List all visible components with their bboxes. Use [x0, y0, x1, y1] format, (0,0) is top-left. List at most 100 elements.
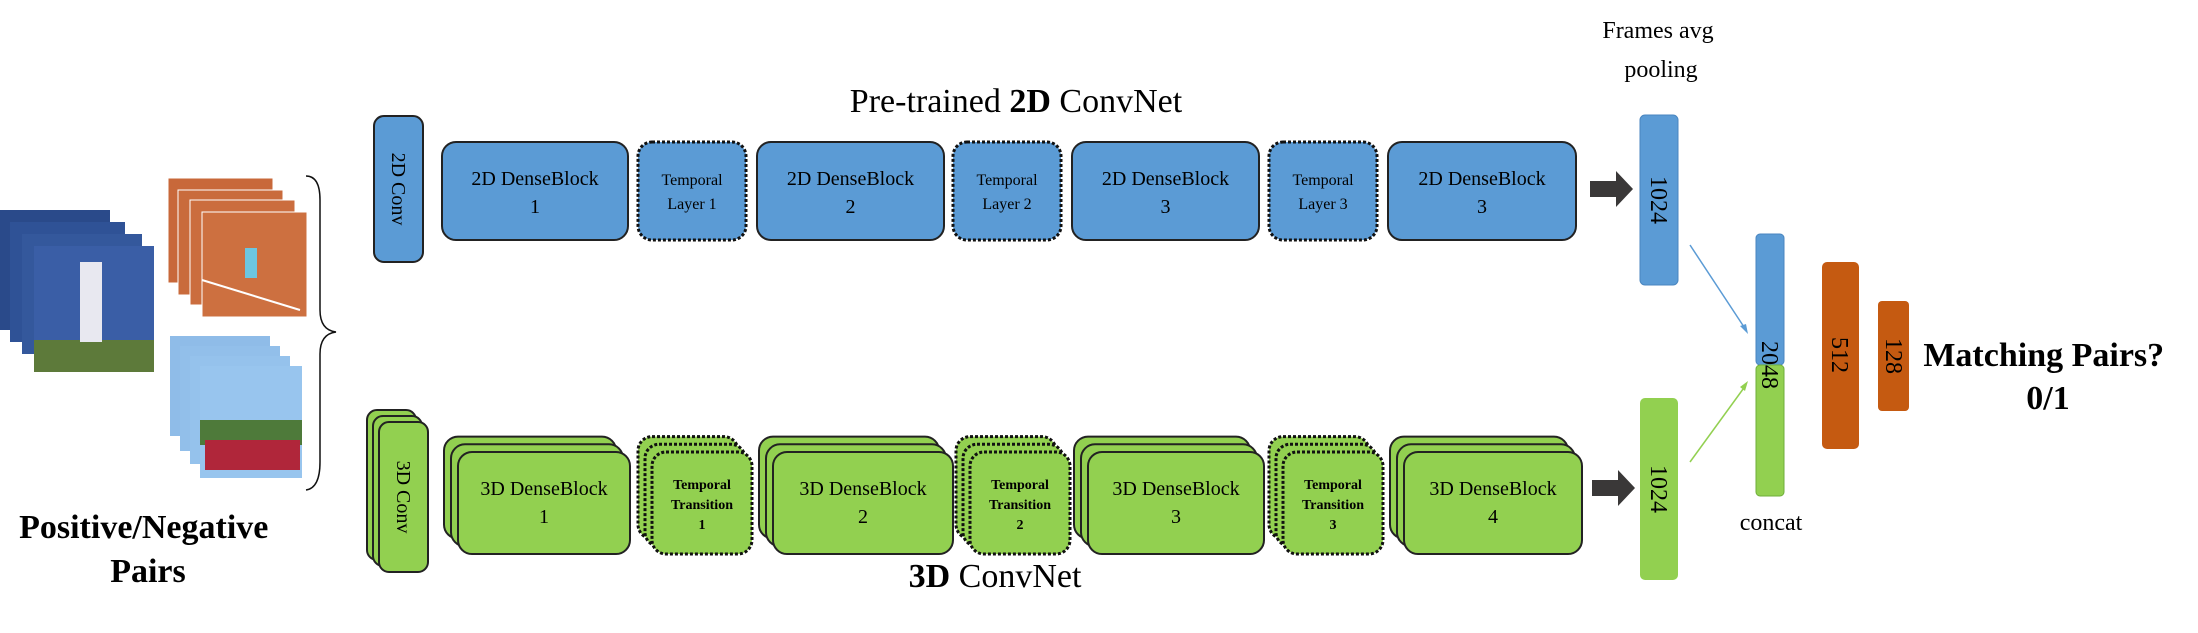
fc-layer-128: 128 [1878, 301, 1909, 411]
input-label: Positive/Negative Pairs [19, 509, 277, 590]
concat-vector: 2048 [1755, 233, 1785, 497]
block-shape [441, 141, 629, 241]
output-value: 0/1 [2026, 380, 2069, 417]
block-label-line: Temporal [976, 172, 1038, 189]
input-label-line1: Positive/Negative [19, 509, 268, 546]
block-label-line: Layer 3 [1298, 196, 1347, 213]
block-shape [1387, 141, 1577, 241]
bottom-title-bold: 3D [909, 558, 951, 595]
conv2d-label: 2D Conv [387, 153, 409, 226]
fc-layer-512: 512 [1822, 262, 1859, 449]
temporal-layer: Temporal Layer 2 [951, 140, 1063, 242]
block-label-line: 2 [1017, 518, 1024, 533]
temporal-transition: Temporal Transition 1 [636, 435, 754, 556]
block-shape [1267, 140, 1379, 242]
bottom-title-suffix: ConvNet [950, 558, 1082, 595]
block-label-line: 2D DenseBlock [471, 168, 598, 190]
block-label-line: 3 [1330, 518, 1337, 533]
block-label-line: Transition [1302, 498, 1364, 513]
fc2-label: 128 [1880, 338, 1906, 374]
block-label-line: 3 [1171, 506, 1181, 528]
block-label-line: 3 [1161, 196, 1171, 218]
bottom-network-title: 3D ConvNet [909, 558, 1082, 595]
block-label-line: Temporal [661, 172, 723, 189]
block-label-line: 4 [1488, 506, 1498, 528]
temporal-transition: Temporal Transition 3 [1267, 435, 1385, 556]
block-shape [636, 140, 748, 242]
block-shape [756, 141, 945, 241]
bottom-blocks: 3D DenseBlock1TemporalTransition13D Dens… [443, 435, 1583, 556]
stack-layer [772, 451, 954, 555]
block-shape [951, 140, 1063, 242]
fc1-label: 512 [1826, 337, 1852, 373]
concat-dim-label: 2048 [1756, 341, 1782, 389]
top-blocks: 2D DenseBlock 1 Temporal Layer 1 2D DenseBlo… [441, 140, 1577, 242]
pooling-label: Frames avg pooling [1602, 18, 1719, 83]
bottom-connector [1689, 384, 1747, 463]
top-feature-vector: 1024 [1639, 114, 1679, 286]
brace [305, 175, 337, 491]
block-label-line: 3D DenseBlock [1112, 478, 1239, 500]
bottom-connector-arrowhead-icon [1740, 381, 1748, 391]
temporal-transition: Temporal Transition 2 [954, 435, 1072, 556]
conv2d-layer: 2D Conv [373, 115, 424, 263]
block-label-line: Temporal [1292, 172, 1354, 189]
block-label-line: Layer 2 [982, 196, 1031, 213]
concat-label: concat [1740, 510, 1803, 536]
block-label-line: 3D DenseBlock [799, 478, 926, 500]
architecture-diagram: Positive/Negative Pairs Pre-trained 2D C… [0, 18, 2172, 595]
bottom-arrow-icon [1592, 470, 1635, 506]
output-question: Matching Pairs? [1923, 337, 2164, 374]
top-network-title: Pre-trained 2D ConvNet [850, 83, 1183, 120]
block-label-line: Temporal [1304, 478, 1362, 493]
dense-block-3d: 3D DenseBlock 1 [443, 435, 631, 555]
stack-layer [457, 451, 631, 555]
block-label-line: Temporal [673, 478, 731, 493]
block-label-line: Transition [989, 498, 1051, 513]
block-label-line: 1 [530, 196, 540, 218]
bottom-feature-label: 1024 [1645, 465, 1671, 513]
block-label-line: Temporal [991, 478, 1049, 493]
dense-block-2d: 2D DenseBlock 3 [1387, 141, 1577, 241]
temporal-layer: Temporal Layer 1 [636, 140, 748, 242]
block-label-line: Layer 1 [667, 196, 716, 213]
top-connector [1689, 244, 1747, 331]
input-label-line2: Pairs [110, 553, 186, 590]
conv3d-label: 3D Conv [392, 461, 414, 534]
stack-layer [1087, 451, 1265, 555]
title-bold: 2D [1009, 83, 1051, 120]
dense-block-2d: 2D DenseBlock 2 [756, 141, 945, 241]
pooling-label-line1: Frames avg [1602, 18, 1713, 44]
temporal-layer: Temporal Layer 3 [1267, 140, 1379, 242]
title-prefix: Pre-trained [850, 83, 1010, 120]
input-frames-tennis [167, 177, 308, 318]
dense-block-3d: 3D DenseBlock 4 [1389, 435, 1583, 555]
block-label-line: 2D DenseBlock [1102, 168, 1229, 190]
dense-block-3d: 3D DenseBlock 3 [1073, 435, 1265, 555]
block-shape [1071, 141, 1260, 241]
pooling-label-line2: pooling [1624, 57, 1697, 83]
top-arrow-icon [1590, 171, 1633, 207]
block-label-line: 3D DenseBlock [1429, 478, 1556, 500]
block-label-line: 2 [846, 196, 856, 218]
input-frames-traffic [170, 336, 302, 478]
bottom-feature-vector: 1024 [1640, 398, 1678, 580]
input-frames-football [0, 210, 154, 372]
block-label-line: 1 [539, 506, 549, 528]
output-label: Matching Pairs? 0/1 [1923, 337, 2172, 417]
block-label-line: 1 [699, 518, 706, 533]
conv3d-layer: 3D Conv [366, 409, 429, 573]
block-label-line: 3 [1477, 196, 1487, 218]
dense-block-2d: 2D DenseBlock 1 [441, 141, 629, 241]
top-feature-label: 1024 [1645, 176, 1671, 224]
block-label-line: Transition [671, 498, 733, 513]
stack-layer [1403, 451, 1583, 555]
dense-block-2d: 2D DenseBlock 3 [1071, 141, 1260, 241]
dense-block-3d: 3D DenseBlock 2 [758, 435, 954, 555]
title-suffix: ConvNet [1051, 83, 1183, 120]
block-label-line: 2 [858, 506, 868, 528]
block-label-line: 2D DenseBlock [1418, 168, 1545, 190]
top-connector-arrowhead-icon [1740, 324, 1748, 334]
block-label-line: 2D DenseBlock [787, 168, 914, 190]
block-label-line: 3D DenseBlock [480, 478, 607, 500]
